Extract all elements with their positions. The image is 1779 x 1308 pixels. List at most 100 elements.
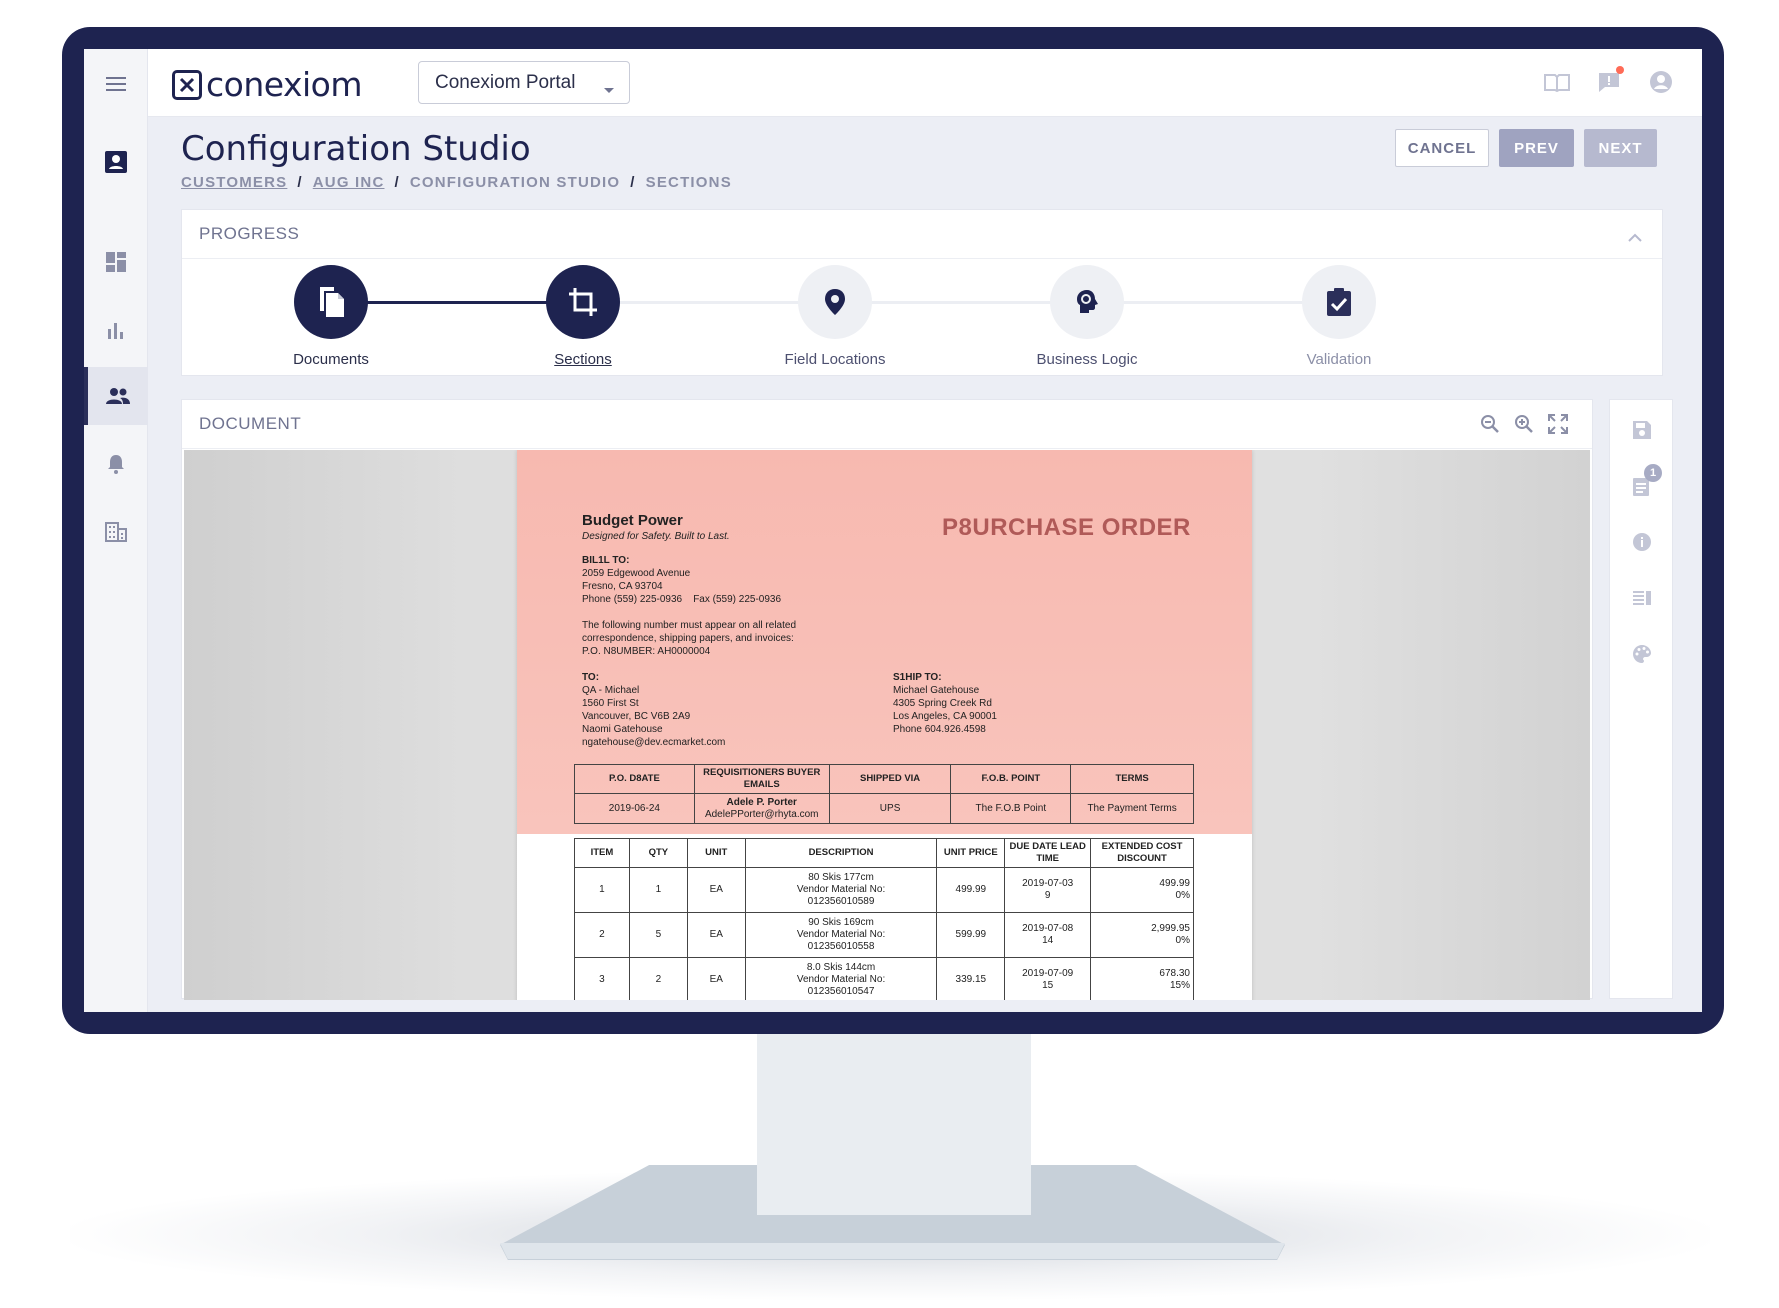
clipboard-check-icon	[1327, 288, 1351, 316]
buyer-name: Adele P. Porter	[726, 796, 797, 808]
table-cell: EA	[686, 867, 746, 913]
document-card: DOCUMENT Budget Power Designed for Safet…	[181, 399, 1593, 1000]
conexiom-logo[interactable]: conexiom	[172, 65, 363, 104]
palette-icon[interactable]	[1630, 642, 1654, 666]
to-line: Naomi Gatehouse	[582, 724, 663, 735]
bill-to-line: Fresno, CA 93704	[582, 581, 663, 592]
table-header: TERMS	[1070, 764, 1194, 794]
table-cell: The F.O.B Point	[950, 793, 1072, 824]
breadcrumb-configuration-studio: CONFIGURATION STUDIO	[409, 174, 621, 191]
step-field-locations[interactable]: Field Locations	[755, 265, 915, 368]
step-documents[interactable]: Documents	[251, 265, 411, 368]
table-cell: UPS	[828, 793, 952, 824]
step-label: Field Locations	[784, 351, 886, 368]
prev-button[interactable]: PREV	[1499, 129, 1574, 167]
table-cell: 2019-06-24	[574, 793, 695, 824]
contact-card-icon[interactable]	[84, 133, 148, 191]
lead-time: 9	[1044, 890, 1051, 901]
building-icon[interactable]	[84, 503, 148, 561]
table-header: EXTENDED COST DISCOUNT	[1090, 838, 1194, 868]
document-heading: DOCUMENT	[199, 414, 302, 433]
ship-to-label: S1HIP TO:	[893, 672, 942, 683]
user-account-icon[interactable]	[1648, 69, 1674, 95]
item-desc: 012356010547	[807, 986, 875, 997]
breadcrumb-aug-inc[interactable]: AUG INC	[313, 174, 385, 191]
left-rail	[84, 49, 148, 1012]
dashboard-icon[interactable]	[84, 233, 148, 291]
progress-heading: PROGRESS	[199, 224, 300, 243]
table-header: SHIPPED VIA	[828, 764, 952, 794]
notice-line: correspondence, shipping papers, and inv…	[582, 633, 794, 644]
table-cell: Adele P. Porter AdelePPorter@rhyta.com	[693, 793, 830, 824]
to-label: TO:	[582, 672, 600, 683]
table-cell: 2019-07-03 9	[1004, 867, 1092, 913]
table-cell: EA	[686, 957, 746, 1000]
bell-icon[interactable]	[84, 435, 148, 493]
breadcrumb-separator: /	[630, 174, 636, 191]
book-icon[interactable]	[1544, 69, 1570, 95]
chevron-up-icon[interactable]	[1628, 227, 1642, 247]
document-list-icon[interactable]: 1	[1630, 464, 1662, 498]
item-desc: Vendor Material No:	[796, 929, 886, 940]
table-cell: 2019-07-08 14	[1004, 912, 1092, 958]
table-cell: 339.15	[936, 957, 1006, 1000]
table-cell: 2	[574, 912, 630, 958]
document-viewer[interactable]: Budget Power Designed for Safety. Built …	[184, 450, 1590, 1000]
to-line: Vancouver, BC V6B 2A9	[582, 711, 691, 722]
step-label: Documents	[293, 351, 369, 368]
menu-icon[interactable]	[84, 55, 148, 113]
table-row: 2019-06-24 Adele P. Porter AdelePPorter@…	[574, 793, 1194, 824]
next-button[interactable]: NEXT	[1584, 129, 1657, 167]
item-desc: 8.0 Skis 144cm	[806, 962, 876, 973]
notification-dot	[1616, 66, 1624, 74]
buyer-email: AdelePPorter@rhyta.com	[704, 808, 819, 820]
logo-x-icon	[172, 69, 202, 100]
document-count-badge: 1	[1644, 464, 1662, 482]
feedback-icon[interactable]	[1596, 66, 1624, 95]
table-header-row: P.O. D8ATE REQUISITIONERS BUYER EMAILS S…	[574, 764, 1194, 794]
step-sections[interactable]: Sections	[503, 265, 663, 368]
crop-icon	[569, 288, 597, 316]
monitor-stand-neck	[757, 1030, 1031, 1215]
breadcrumb-customers[interactable]: CUSTOMERS	[181, 174, 287, 191]
po-items-table: ITEM QTY UNIT DESCRIPTION UNIT PRICE DUE…	[574, 838, 1194, 1000]
cancel-button[interactable]: CANCEL	[1395, 129, 1489, 167]
logo-wordmark: conexiom	[206, 65, 363, 104]
table-cell: 499.99 0%	[1090, 867, 1194, 913]
step-business-logic[interactable]: Business Logic	[1007, 265, 1167, 368]
ship-to-line: Los Angeles, CA 90001	[893, 711, 997, 722]
list-view-icon[interactable]	[1630, 586, 1654, 610]
discount: 0%	[1175, 935, 1190, 946]
bill-to-line: Phone (559) 225-0936 Fax (559) 225-0936	[582, 594, 782, 605]
progress-card: PROGRESS Documents Sections Field Locati…	[181, 209, 1663, 376]
top-bar: conexiom Conexiom Portal	[148, 49, 1702, 117]
portal-select[interactable]: Conexiom Portal	[418, 61, 630, 104]
table-header: DUE DATE LEAD TIME	[1004, 838, 1092, 868]
save-icon[interactable]	[1630, 418, 1654, 442]
notice-line: P.O. N8UMBER: AH0000004	[582, 646, 711, 657]
progress-header[interactable]: PROGRESS	[182, 210, 1662, 259]
extended-cost: 2,999.95	[1151, 923, 1190, 934]
zoom-in-icon[interactable]	[1514, 414, 1534, 439]
customers-icon[interactable]	[84, 367, 148, 425]
monitor-stand-base-edge	[500, 1243, 1285, 1259]
bar-chart-icon[interactable]	[84, 301, 148, 359]
table-cell: 2	[628, 957, 688, 1000]
fullscreen-icon[interactable]	[1548, 414, 1568, 439]
extended-cost: 499.99	[1159, 878, 1190, 889]
item-desc: 012356010558	[807, 941, 875, 952]
step-label: Validation	[1306, 351, 1372, 368]
zoom-out-icon[interactable]	[1480, 414, 1500, 439]
step-label: Business Logic	[1036, 351, 1138, 368]
table-header: P.O. D8ATE	[574, 764, 695, 794]
table-cell: EA	[686, 912, 746, 958]
item-desc: Vendor Material No:	[796, 974, 886, 985]
step-validation[interactable]: Validation	[1259, 265, 1419, 368]
breadcrumb-sections: SECTIONS	[645, 174, 732, 191]
breadcrumb: CUSTOMERS / AUG INC / CONFIGURATION STUD…	[181, 174, 732, 191]
info-icon[interactable]	[1630, 530, 1654, 554]
table-header: F.O.B. POINT	[950, 764, 1072, 794]
table-cell: The Payment Terms	[1070, 793, 1194, 824]
item-desc: 80 Skis 177cm	[808, 872, 874, 883]
purchase-order-page[interactable]: Budget Power Designed for Safety. Built …	[517, 450, 1252, 1000]
